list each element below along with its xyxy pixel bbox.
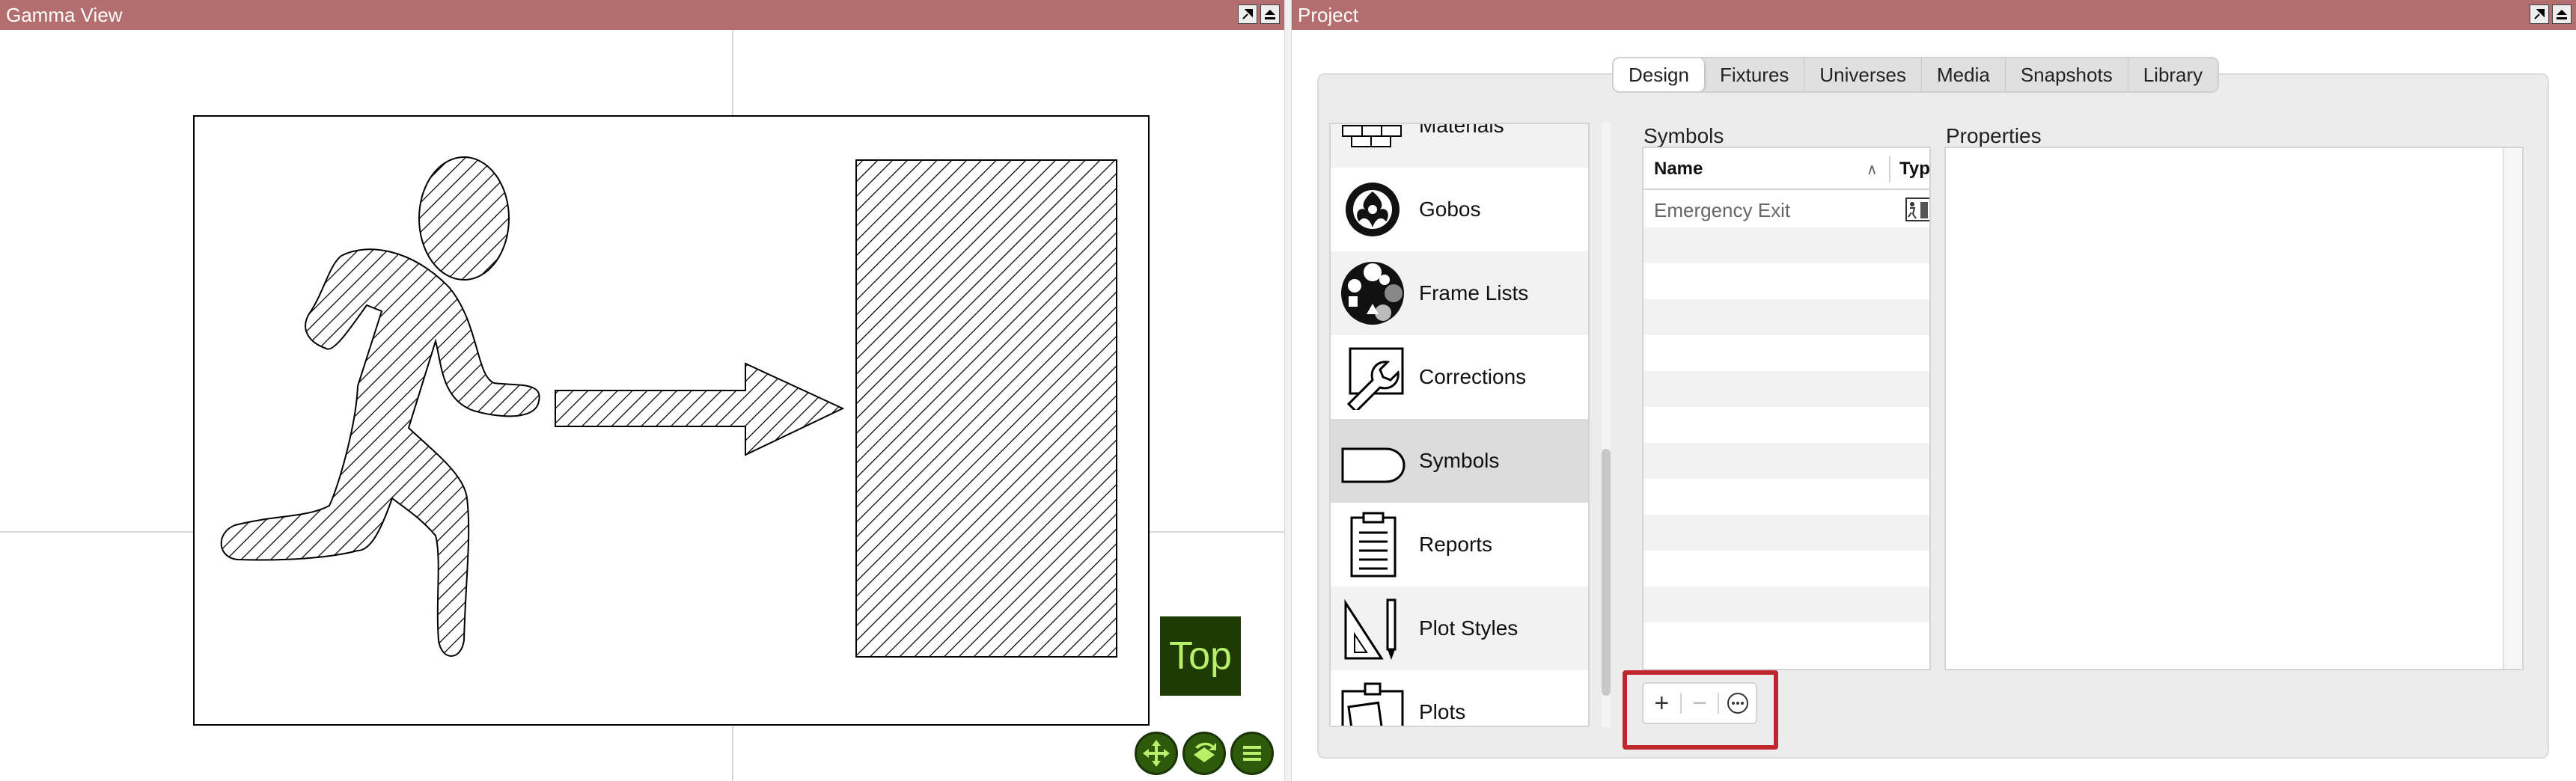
pin-icon[interactable] bbox=[2530, 4, 2549, 24]
symbols-section-label: Symbols bbox=[1643, 124, 1724, 147]
category-item-plots[interactable]: Plots bbox=[1331, 670, 1588, 726]
table-row bbox=[1643, 551, 1929, 586]
tab-fixtures[interactable]: Fixtures bbox=[1705, 58, 1805, 91]
app-root: Gamma View Project Top Design Fixtures U… bbox=[0, 0, 2576, 781]
rotate-view-icon[interactable] bbox=[1182, 732, 1226, 775]
tab-universes[interactable]: Universes bbox=[1804, 58, 1922, 91]
frame-list-icon bbox=[1337, 257, 1408, 329]
table-row bbox=[1643, 407, 1929, 443]
pin-icon[interactable] bbox=[1238, 4, 1257, 24]
symbol-icon bbox=[1337, 425, 1408, 497]
category-item-corrections[interactable]: Corrections bbox=[1331, 335, 1588, 419]
materials-icon bbox=[1337, 124, 1408, 162]
table-row[interactable]: Emergency Exit bbox=[1643, 192, 1929, 227]
project-title: Project bbox=[1298, 4, 1358, 26]
category-item-materials[interactable]: Materials bbox=[1331, 123, 1588, 168]
drafting-tools-icon bbox=[1337, 592, 1408, 664]
table-row bbox=[1643, 443, 1929, 479]
category-list-scroll-thumb[interactable] bbox=[1602, 449, 1611, 696]
tab-library[interactable]: Library bbox=[2128, 58, 2218, 91]
table-row bbox=[1643, 335, 1929, 371]
name-column-header[interactable]: Name bbox=[1654, 159, 1703, 180]
project-titlebar: Project bbox=[1292, 0, 2576, 30]
category-item-gobos[interactable]: Gobos bbox=[1331, 168, 1588, 251]
category-item-reports[interactable]: Reports bbox=[1331, 503, 1588, 586]
exit-sign-icon bbox=[1905, 197, 1929, 221]
maximize-icon[interactable] bbox=[1260, 4, 1280, 24]
tab-design[interactable]: Design bbox=[1614, 58, 1705, 91]
clipboard-icon bbox=[1337, 509, 1408, 581]
gamma-view-canvas[interactable]: Top bbox=[0, 30, 1284, 781]
category-label: Materials bbox=[1419, 123, 1504, 137]
sort-ascending-icon[interactable]: ∧ bbox=[1867, 160, 1878, 179]
design-category-list: Materials Gobos Frame Lists Corrections bbox=[1329, 123, 1590, 727]
table-row bbox=[1643, 227, 1929, 263]
category-label: Plot Styles bbox=[1419, 616, 1519, 640]
category-label: Symbols bbox=[1419, 449, 1500, 472]
properties-scrollbar[interactable] bbox=[2503, 148, 2522, 669]
table-row bbox=[1643, 263, 1929, 299]
running-figure bbox=[220, 156, 540, 657]
table-row bbox=[1643, 299, 1929, 335]
table-row bbox=[1643, 586, 1929, 622]
category-label: Plots bbox=[1419, 700, 1466, 723]
arrow-shape bbox=[555, 362, 845, 456]
category-label: Gobos bbox=[1419, 197, 1481, 221]
table-header: Name ∧ Typ bbox=[1643, 148, 1929, 190]
plots-icon bbox=[1337, 676, 1408, 726]
maximize-icon[interactable] bbox=[2552, 4, 2572, 24]
gamma-view-titlebar: Gamma View bbox=[0, 0, 1284, 30]
category-label: Frame Lists bbox=[1419, 281, 1529, 304]
properties-section-label: Properties bbox=[1946, 124, 2042, 147]
table-row bbox=[1643, 479, 1929, 515]
symbols-table: Name ∧ Typ Emergency Exit bbox=[1642, 147, 1931, 670]
properties-pane[interactable] bbox=[1944, 147, 2524, 670]
category-item-symbols[interactable]: Symbols bbox=[1331, 419, 1588, 503]
type-column-header[interactable]: Typ bbox=[1899, 159, 1929, 180]
symbol-name-cell: Emergency Exit bbox=[1654, 199, 1791, 221]
category-label: Reports bbox=[1419, 533, 1493, 556]
emergency-exit-symbol-preview bbox=[193, 115, 1150, 726]
project-panel: Design Fixtures Universes Media Snapshot… bbox=[1292, 30, 2576, 781]
category-item-plot-styles[interactable]: Plot Styles bbox=[1331, 586, 1588, 670]
table-row bbox=[1643, 371, 1929, 407]
wrench-icon bbox=[1337, 341, 1408, 413]
category-item-frame-lists[interactable]: Frame Lists bbox=[1331, 251, 1588, 335]
column-divider[interactable] bbox=[1889, 156, 1890, 183]
table-row bbox=[1643, 622, 1929, 658]
emergency-exit-drawing bbox=[220, 156, 1117, 658]
panel-splitter[interactable] bbox=[1284, 0, 1292, 781]
tab-snapshots[interactable]: Snapshots bbox=[2006, 58, 2128, 91]
move-view-icon[interactable] bbox=[1135, 732, 1178, 775]
tab-media[interactable]: Media bbox=[1922, 58, 2006, 91]
view-orientation-badge[interactable]: Top bbox=[1160, 616, 1241, 696]
menu-icon[interactable] bbox=[1230, 732, 1274, 775]
table-row bbox=[1643, 515, 1929, 551]
gobo-icon bbox=[1337, 174, 1408, 245]
project-tabs: Design Fixtures Universes Media Snapshot… bbox=[1612, 57, 2220, 93]
category-label: Corrections bbox=[1419, 365, 1527, 388]
gamma-view-title: Gamma View bbox=[6, 4, 123, 26]
annotation-highlight-box bbox=[1623, 670, 1778, 750]
door-shape bbox=[855, 159, 1117, 658]
